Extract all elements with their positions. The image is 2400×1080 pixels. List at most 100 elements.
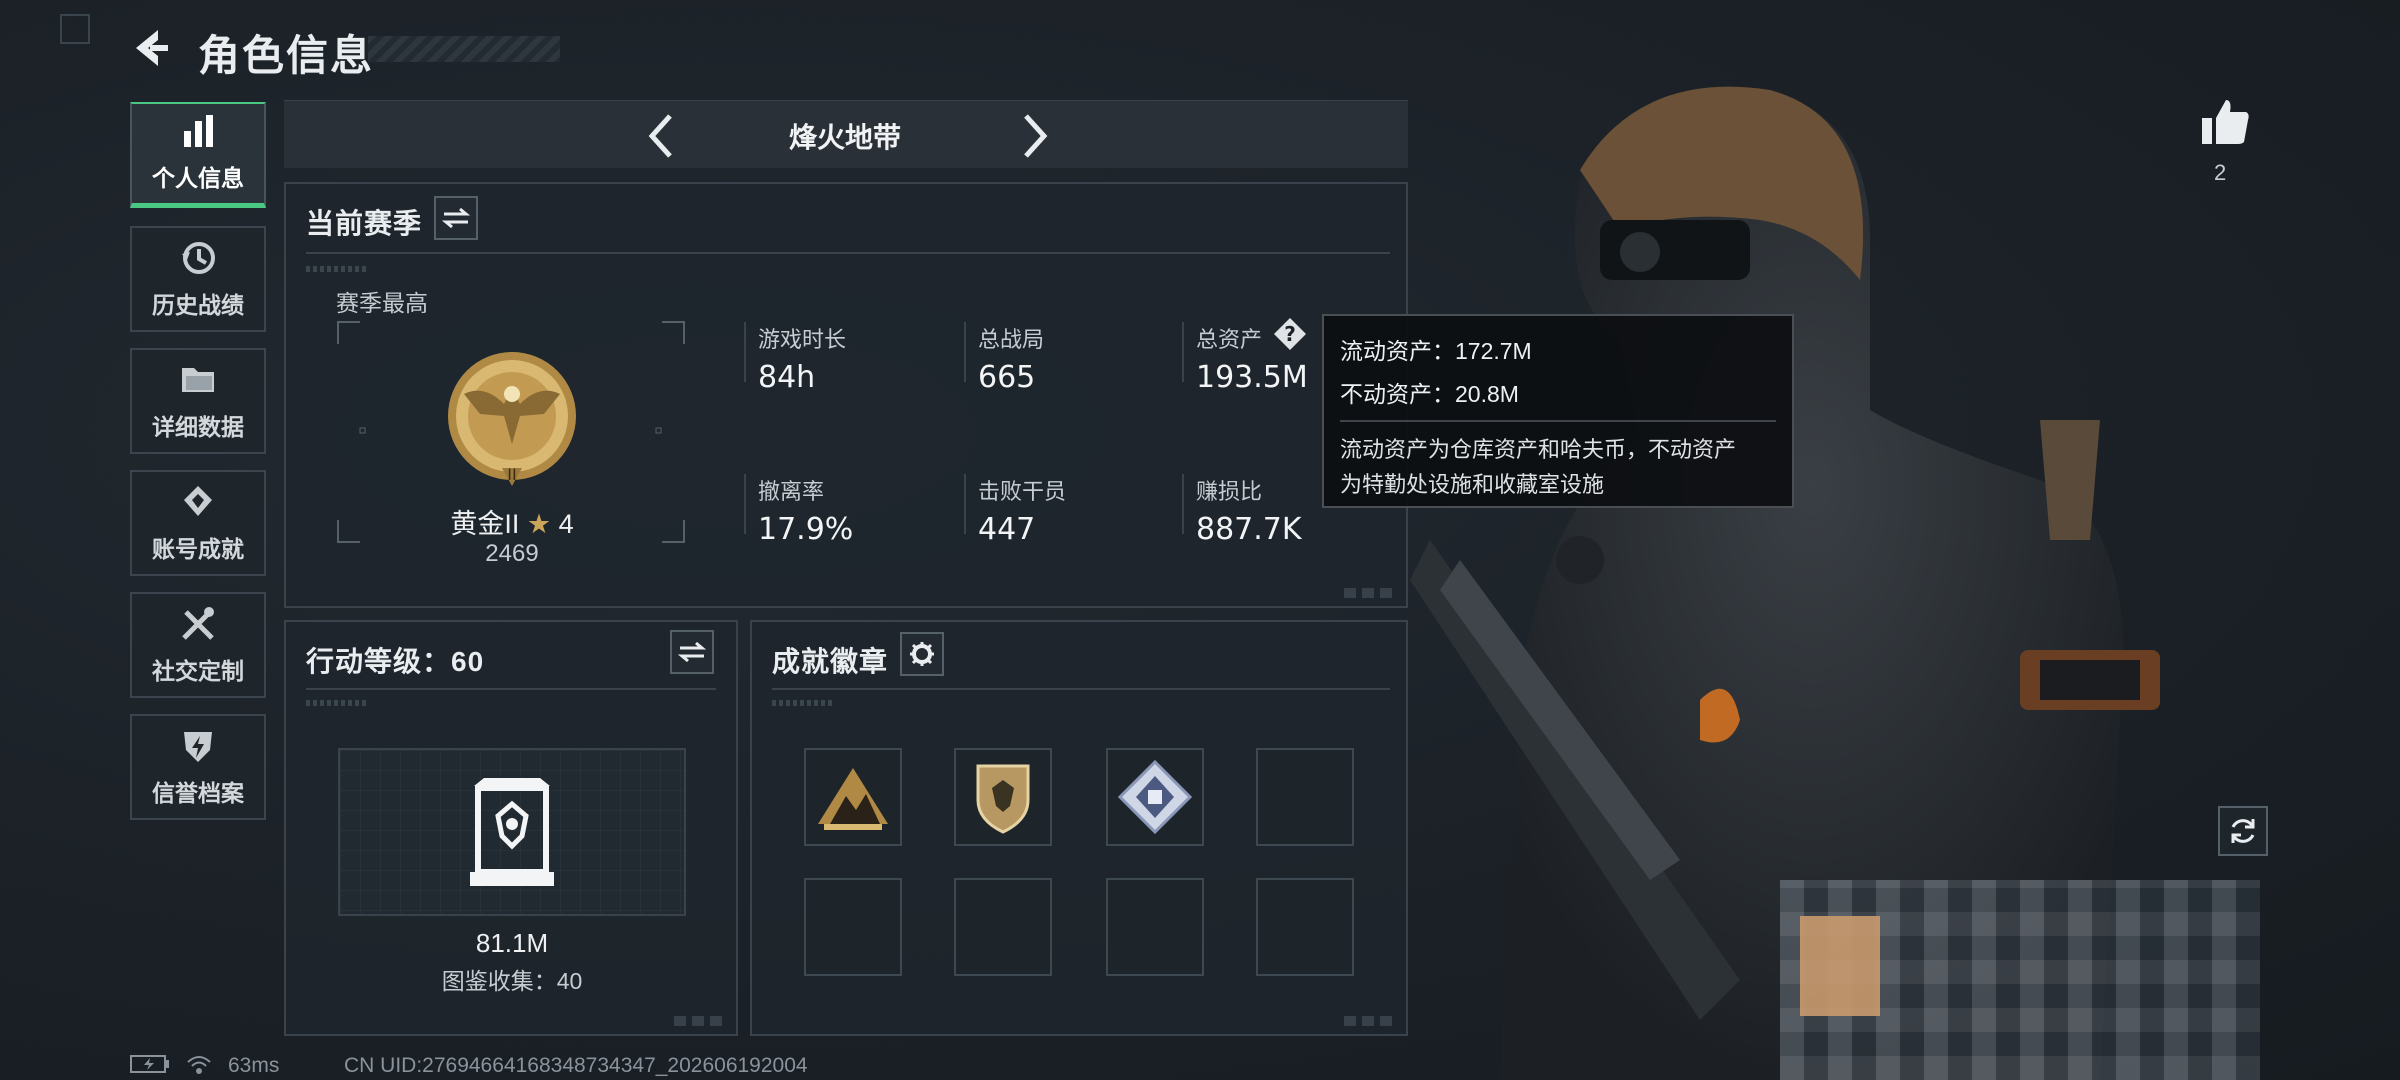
action-level-title: 行动等级：60 — [306, 646, 485, 677]
ping-text: 63ms — [228, 1054, 280, 1077]
collection-count: 图鉴收集：40 — [441, 968, 583, 994]
swap-icon — [442, 207, 470, 229]
sidebar-item-label: 社交定制 — [152, 658, 244, 684]
star-icon: ★ — [526, 509, 552, 539]
back-arrow-icon — [136, 30, 168, 66]
sidebar-item-label: 详细数据 — [152, 414, 244, 440]
rank-score: 2469 — [485, 540, 539, 567]
bar-chart-icon — [184, 115, 213, 147]
svg-text:?: ? — [1284, 322, 1296, 346]
mountain-badge-icon — [818, 768, 888, 830]
sidebar-item-credit[interactable]: 信誉档案 — [130, 714, 266, 820]
chevron-right-icon — [1024, 114, 1048, 158]
asset-tooltip: 流动资产：172.7M 不动资产：20.8M 流动资产为仓库资产和哈夫币，不动资… — [1322, 314, 1794, 508]
badge-slot-empty[interactable] — [1256, 878, 1354, 976]
collection-display[interactable] — [338, 748, 686, 916]
sidebar-item-label: 个人信息 — [152, 165, 244, 191]
corner-decoration — [60, 14, 90, 44]
sidebar-item-label: 历史战绩 — [152, 292, 244, 318]
badge-slot-empty[interactable] — [1256, 748, 1354, 846]
stripe-decoration — [772, 700, 832, 706]
badge-slot[interactable] — [804, 748, 902, 846]
rank-name-row: 黄金II ★ 4 — [444, 502, 580, 541]
mosaic-block — [1800, 916, 1880, 1016]
stat-label-total-matches: 总战局 — [978, 327, 1045, 352]
asset-help-button[interactable]: ? — [1272, 316, 1308, 352]
badge-slot-empty[interactable] — [954, 878, 1052, 976]
corner-decoration — [674, 1016, 728, 1026]
badge-divider — [772, 688, 1390, 690]
stat-label-playtime: 游戏时长 — [758, 327, 847, 352]
sidebar-item-label: 信誉档案 — [152, 780, 244, 806]
corner-decoration — [1344, 588, 1398, 598]
season-divider — [306, 252, 1390, 254]
stat-separator — [744, 322, 746, 382]
tooltip-description-line2: 为特勤处设施和收藏室设施 — [1340, 472, 1605, 497]
action-divider — [306, 688, 716, 690]
badge-slot[interactable] — [954, 748, 1052, 846]
thumbs-up-icon — [2202, 100, 2249, 144]
tooltip-description-line1: 流动资产为仓库资产和哈夫币，不动资产 — [1340, 437, 1737, 462]
stat-value-extract-rate: 17.9% — [758, 512, 854, 547]
question-icon: ? — [1274, 318, 1306, 350]
stat-value-playtime: 84h — [758, 360, 816, 395]
mode-title: 烽火地带 — [788, 122, 901, 153]
badge-slot-empty[interactable] — [804, 878, 902, 976]
prev-mode-button[interactable] — [640, 106, 684, 166]
stat-value-kills: 447 — [978, 512, 1036, 547]
diamond-badge-icon — [1117, 759, 1193, 835]
sidebar-item-history[interactable]: 历史战绩 — [130, 226, 266, 332]
achievement-icon — [184, 486, 212, 516]
title-decoration — [368, 36, 560, 62]
tooltip-fixed-assets: 不动资产：20.8M — [1340, 381, 1519, 407]
shield-lightning-icon — [184, 732, 212, 762]
like-count: 2 — [2214, 160, 2227, 185]
stat-label-profit-ratio: 赚损比 — [1196, 479, 1263, 504]
refresh-icon — [2231, 819, 2255, 843]
stat-value-profit-ratio: 887.7K — [1196, 512, 1302, 547]
history-clock-icon — [182, 242, 215, 274]
back-button[interactable] — [128, 26, 172, 70]
stat-label-extract-rate: 撤离率 — [758, 479, 825, 504]
chevron-left-icon — [648, 114, 672, 158]
stripe-decoration — [306, 266, 366, 272]
sidebar-item-detailed-data[interactable]: 详细数据 — [130, 348, 266, 454]
swap-icon — [678, 641, 706, 663]
badge-slot-empty[interactable] — [1106, 878, 1204, 976]
folder-icon — [182, 368, 214, 392]
uid-text: CN UID:27694664168348734347_202606192004 — [344, 1054, 808, 1077]
gold-rank-emblem-icon: II — [448, 352, 576, 486]
wrench-screwdriver-icon — [182, 607, 214, 640]
tooltip-liquid-assets: 流动资产：172.7M — [1340, 338, 1532, 364]
next-mode-button[interactable] — [1012, 106, 1056, 166]
badge-settings-button[interactable] — [900, 632, 944, 676]
sidebar-item-personal-info[interactable]: 个人信息 — [130, 102, 266, 208]
rank-name: 黄金II — [450, 509, 520, 539]
page-title: 角色信息 — [198, 32, 375, 79]
svg-text:II: II — [507, 465, 516, 484]
shield-badge-icon — [976, 764, 1030, 834]
stripe-decoration — [306, 700, 366, 706]
stat-value-total-assets: 193.5M — [1196, 360, 1308, 395]
action-switch-button[interactable] — [670, 630, 714, 674]
stat-separator — [964, 322, 966, 382]
sidebar-item-label: 账号成就 — [152, 536, 244, 562]
season-title: 当前赛季 — [306, 208, 423, 239]
stat-separator — [1182, 474, 1184, 534]
stat-separator — [744, 474, 746, 534]
gear-icon — [910, 642, 934, 666]
stat-value-total-matches: 665 — [978, 360, 1036, 395]
sidebar-item-social[interactable]: 社交定制 — [130, 592, 266, 698]
stat-separator — [1182, 322, 1184, 382]
battery-icon — [130, 1054, 170, 1074]
badge-slot[interactable] — [1106, 748, 1204, 846]
rotate-model-button[interactable] — [2218, 806, 2268, 856]
sidebar-item-achievements[interactable]: 账号成就 — [130, 470, 266, 576]
collection-case-icon — [470, 778, 554, 886]
wifi-icon — [186, 1054, 212, 1076]
stat-label-total-assets: 总资产 — [1196, 327, 1263, 352]
tooltip-divider — [1340, 420, 1776, 422]
stat-label-kills: 击败干员 — [978, 479, 1067, 504]
like-button[interactable] — [2200, 96, 2252, 148]
season-switch-button[interactable] — [434, 196, 478, 240]
